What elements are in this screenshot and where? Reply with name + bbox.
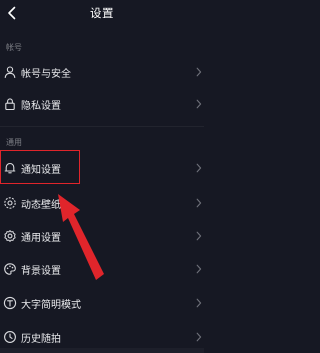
settings-item-label: 帐号与安全 <box>21 69 71 80</box>
lock-icon <box>5 98 15 111</box>
page-title: 设置 <box>90 6 114 20</box>
chevron-right-icon <box>196 298 202 308</box>
settings-item-account-security[interactable]: 帐号与安全 <box>0 57 204 87</box>
chevron-right-icon <box>196 99 202 109</box>
person-icon <box>4 66 16 79</box>
wallpaper-icon <box>4 197 16 209</box>
settings-item-label: 历史随拍 <box>21 334 61 345</box>
section-label-account: 帐号 <box>6 43 22 52</box>
settings-item-privacy[interactable]: 隐私设置 <box>0 89 204 119</box>
settings-item-general[interactable]: 通用设置 <box>0 221 204 251</box>
settings-item-label: 动态壁纸 <box>21 200 61 211</box>
chevron-right-icon <box>196 67 202 77</box>
highlight-box <box>0 150 80 184</box>
section-label-general: 通用 <box>6 138 22 147</box>
bottom-bar <box>0 348 204 353</box>
chevron-right-icon <box>196 163 202 173</box>
text-size-icon <box>3 296 17 310</box>
chevron-right-icon <box>196 332 202 342</box>
settings-item-label: 通用设置 <box>21 233 61 244</box>
settings-item-large-text-mode[interactable]: 大字简明模式 <box>0 288 204 318</box>
settings-item-live-wallpaper[interactable]: 动态壁纸 <box>0 188 204 218</box>
chevron-right-icon <box>196 198 202 208</box>
section-divider <box>0 126 204 127</box>
chevron-right-icon <box>196 231 202 241</box>
settings-item-background[interactable]: 背景设置 <box>0 254 204 284</box>
settings-item-label: 隐私设置 <box>21 101 61 112</box>
palette-icon <box>4 263 16 275</box>
history-icon <box>4 331 16 343</box>
settings-item-label: 大字简明模式 <box>21 300 81 311</box>
chevron-right-icon <box>196 264 202 274</box>
header-bar: 设置 <box>0 0 204 28</box>
settings-item-label: 背景设置 <box>21 266 61 277</box>
gear-icon <box>4 230 16 242</box>
